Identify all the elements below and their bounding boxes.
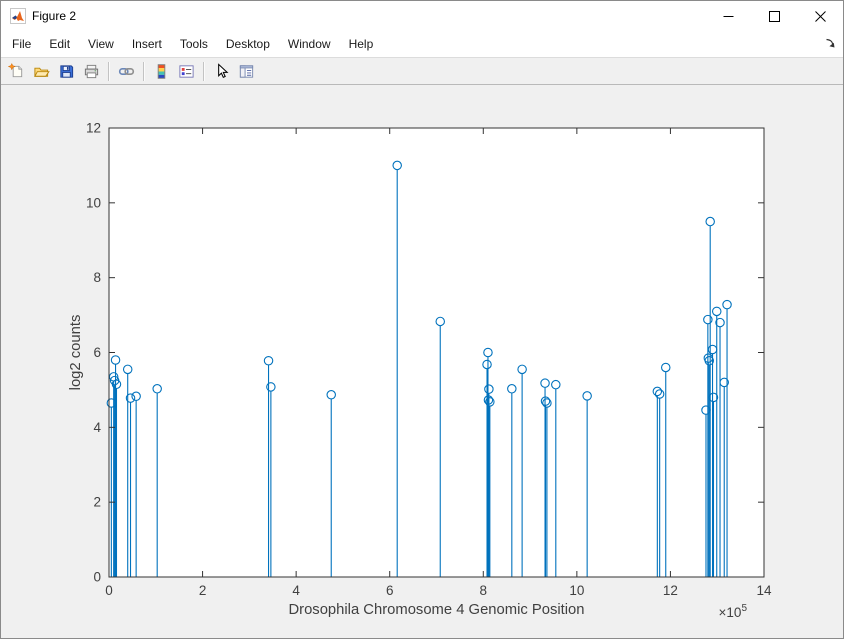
figure-canvas[interactable]: 0 2 4 6 8 10 12 14 0 2 4 6 8 10 12 Drosophila Chromosom… (1, 85, 844, 639)
y-tick-label: 2 (93, 495, 101, 510)
menu-item-tools[interactable]: Tools (171, 32, 217, 56)
property-editor-icon (238, 63, 255, 80)
menu-item-insert[interactable]: Insert (123, 32, 171, 56)
close-icon (815, 11, 825, 21)
x-tick-label: 8 (480, 583, 488, 598)
edit-plot-icon (213, 63, 230, 80)
y-tick-label: 0 (93, 570, 101, 585)
x-axis-label: Drosophila Chromosome 4 Genomic Position (288, 602, 584, 618)
y-tick-label: 10 (86, 195, 101, 210)
minimize-button[interactable] (705, 1, 751, 31)
save-icon (58, 63, 75, 80)
menu-item-view[interactable]: View (79, 32, 123, 56)
y-tick-label: 4 (93, 420, 101, 435)
dock-figure-icon[interactable] (824, 37, 837, 50)
titlebar: Figure 2 (1, 1, 843, 31)
y-tick-label: 12 (86, 121, 101, 136)
y-tick-label: 6 (93, 345, 101, 360)
save-figure-button[interactable] (55, 60, 78, 83)
x-axis-exponent-label: ×105 (719, 603, 748, 620)
toolbar-separator (108, 62, 110, 81)
link-icon (118, 63, 135, 80)
x-tick-label: 0 (105, 583, 113, 598)
x-tick-label: 14 (756, 583, 772, 598)
new-figure-button[interactable] (5, 60, 28, 83)
figure-canvas-area: 0 2 4 6 8 10 12 14 0 2 4 6 8 10 12 Drosophila Chromosom… (1, 85, 844, 639)
maximize-icon (769, 11, 779, 21)
open-folder-icon (33, 63, 50, 80)
legend-icon (178, 63, 195, 80)
figure-toolbar (1, 57, 843, 85)
print-icon (83, 63, 100, 80)
toolbar-separator (143, 62, 145, 81)
x-tick-label: 6 (386, 583, 394, 598)
y-axis-label: log2 counts (68, 315, 84, 391)
x-tick-label: 2 (199, 583, 207, 598)
window-title: Figure 2 (32, 1, 76, 31)
maximize-button[interactable] (751, 1, 797, 31)
menu-item-file[interactable]: File (3, 32, 40, 56)
window-controls (705, 1, 843, 31)
close-button[interactable] (797, 1, 843, 31)
x-tick-label: 4 (292, 583, 300, 598)
edit-plot-button[interactable] (210, 60, 233, 83)
x-tick-label: 12 (663, 583, 678, 598)
matlab-logo-icon (10, 8, 26, 24)
new-document-icon (8, 63, 25, 80)
insert-legend-button[interactable] (175, 60, 198, 83)
menu-item-desktop[interactable]: Desktop (217, 32, 279, 56)
toolbar-separator (203, 62, 205, 81)
colorbar-icon (153, 63, 170, 80)
insert-colorbar-button[interactable] (150, 60, 173, 83)
link-plot-button[interactable] (115, 60, 138, 83)
menubar: FileEditViewInsertToolsDesktopWindowHelp (1, 31, 843, 57)
print-figure-button[interactable] (80, 60, 103, 83)
property-editor-button[interactable] (235, 60, 258, 83)
y-tick-label: 8 (93, 270, 101, 285)
menu-item-help[interactable]: Help (340, 32, 383, 56)
menu-item-edit[interactable]: Edit (40, 32, 79, 56)
figure-window: Figure 2 FileEditViewInsertToolsDesktopW… (0, 0, 844, 639)
open-file-button[interactable] (30, 60, 53, 83)
menu-item-window[interactable]: Window (279, 32, 340, 56)
x-tick-label: 10 (569, 583, 584, 598)
